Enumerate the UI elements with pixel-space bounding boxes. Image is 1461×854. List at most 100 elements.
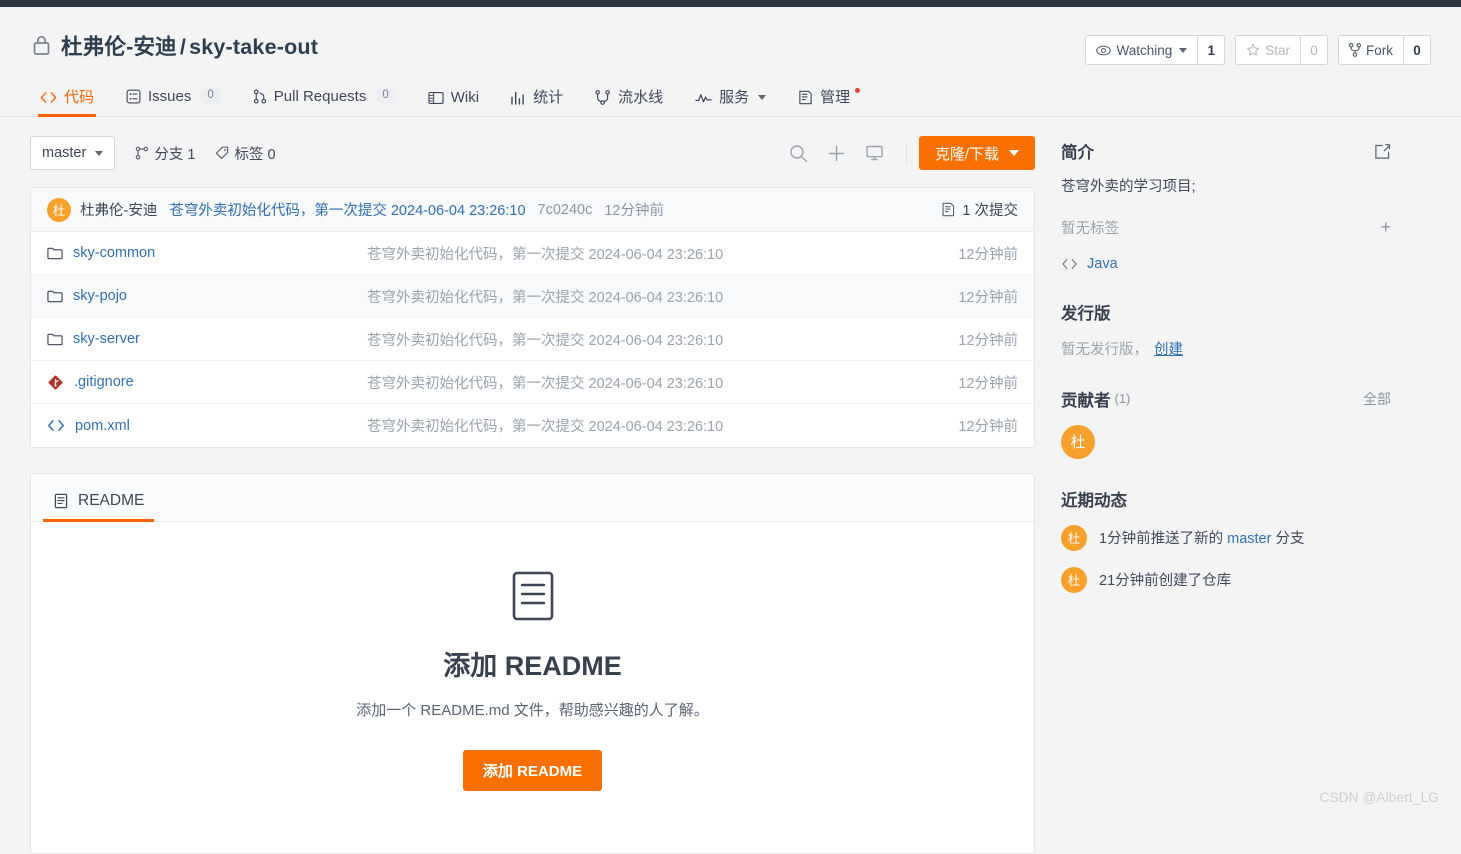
tags-link[interactable]: 标签 0: [215, 143, 276, 164]
code-icon: [40, 91, 57, 104]
plus-icon[interactable]: +: [1380, 218, 1391, 236]
branch-selector[interactable]: master: [30, 136, 116, 170]
contributors-all-link[interactable]: 全部: [1363, 389, 1391, 409]
avatar[interactable]: 杜: [1061, 424, 1095, 459]
tab-pull-requests[interactable]: Pull Requests 0: [243, 87, 418, 116]
table-row[interactable]: pom.xml 苍穹外卖初始化代码，第一次提交 2024-06-04 23:26…: [31, 404, 1034, 447]
fork-count[interactable]: 0: [1403, 36, 1430, 64]
star-count[interactable]: 0: [1300, 36, 1327, 64]
file-name-label: sky-server: [73, 331, 140, 347]
file-name-label: pom.xml: [75, 417, 130, 434]
tab-active-underline: [38, 114, 97, 117]
avatar[interactable]: 杜: [1061, 524, 1087, 551]
star-button[interactable]: Star: [1236, 36, 1300, 64]
create-release-link[interactable]: 创建: [1154, 342, 1183, 358]
edit-icon[interactable]: [1374, 143, 1391, 160]
document-large-icon: [31, 570, 1034, 622]
tab-code[interactable]: 代码: [30, 90, 116, 117]
chart-icon: [511, 91, 526, 105]
tab-issues[interactable]: Issues 0: [116, 87, 243, 116]
branch-icon: [135, 146, 149, 160]
about-title: 简介: [1061, 144, 1094, 162]
avatar[interactable]: 杜: [47, 197, 71, 222]
watch-count[interactable]: 1: [1197, 36, 1225, 64]
star-label: Star: [1265, 42, 1290, 58]
book-icon: [428, 91, 444, 105]
manage-icon: [798, 90, 813, 105]
tab-wiki-label: Wiki: [450, 89, 480, 106]
language-row[interactable]: Java: [1061, 256, 1391, 272]
sidebar: 简介 苍穹外卖的学习项目; 暂无标签 + Java 发行版 暂无发行版， 创建 …: [1061, 135, 1391, 621]
repo-name[interactable]: sky-take-out: [189, 35, 318, 59]
file-name-cell[interactable]: pom.xml: [47, 418, 367, 434]
activity-section: 近期动态 杜 1分钟前推送了新的 master 分支 杜 21分钟前创建了仓库: [1061, 487, 1391, 593]
table-row[interactable]: sky-server 苍穹外卖初始化代码，第一次提交 2024-06-04 23…: [31, 318, 1034, 361]
tab-manage[interactable]: 管理: [788, 88, 872, 116]
document-icon: [53, 493, 69, 509]
commit-count-link[interactable]: 1 次提交: [941, 199, 1018, 220]
fork-button[interactable]: Fork: [1339, 36, 1403, 64]
tags-label: 标签 0: [234, 146, 276, 163]
file-name-cell[interactable]: sky-common: [47, 245, 367, 261]
pulse-icon: [695, 92, 712, 104]
commit-history-icon: [941, 202, 956, 217]
watch-button[interactable]: Watching: [1086, 36, 1198, 64]
activity-suffix: 分支: [1275, 531, 1305, 548]
tags-empty-label: 暂无标签: [1061, 220, 1119, 237]
tab-statistics[interactable]: 统计: [501, 90, 585, 116]
file-name-label: .gitignore: [74, 374, 134, 390]
commit-message[interactable]: 苍穹外卖初始化代码，第一次提交 2024-06-04 23:26:10: [169, 199, 525, 220]
table-row[interactable]: sky-pojo 苍穹外卖初始化代码，第一次提交 2024-06-04 23:2…: [31, 275, 1034, 318]
activity-branch-link[interactable]: master: [1227, 531, 1271, 547]
file-table: 杜 杜弗伦-安迪 苍穹外卖初始化代码，第一次提交 2024-06-04 23:2…: [30, 187, 1035, 448]
file-time: 12分钟前: [958, 419, 1018, 435]
branch-toolbar: master 分支 1 标签 0 克隆/下载: [30, 135, 1035, 171]
readme-panel: README 添加 README 添加一个 README.md 文件，帮助感兴趣…: [30, 473, 1035, 854]
tab-services[interactable]: 服务: [685, 90, 788, 116]
plus-icon[interactable]: [818, 136, 856, 170]
tab-issues-badge: 0: [200, 87, 221, 105]
watch-button-group[interactable]: Watching 1: [1085, 35, 1226, 65]
table-row[interactable]: .gitignore 苍穹外卖初始化代码，第一次提交 2024-06-04 23…: [31, 361, 1034, 404]
activity-header: 近期动态: [1061, 487, 1391, 511]
avatar[interactable]: 杜: [1061, 566, 1087, 593]
star-icon: [1246, 43, 1260, 57]
chevron-down-icon: [758, 95, 767, 100]
tab-wiki[interactable]: Wiki: [418, 90, 501, 116]
list-item: 杜 1分钟前推送了新的 master 分支: [1061, 524, 1391, 551]
latest-commit-row: 杜 杜弗伦-安迪 苍穹外卖初始化代码，第一次提交 2024-06-04 23:2…: [31, 188, 1034, 232]
issue-icon: [126, 89, 141, 104]
file-time: 12分钟前: [958, 332, 1018, 349]
top-dark-bar: [0, 0, 1461, 7]
clone-download-button[interactable]: 克隆/下载: [918, 136, 1035, 170]
file-name-cell[interactable]: .gitignore: [47, 374, 367, 391]
readme-tabbar: README: [31, 474, 1034, 522]
add-readme-button[interactable]: 添加 README: [462, 750, 603, 791]
tab-pipeline[interactable]: 流水线: [585, 90, 685, 116]
file-name-cell[interactable]: sky-server: [47, 331, 367, 347]
releases-section: 发行版 暂无发行版， 创建: [1061, 300, 1391, 359]
search-icon[interactable]: [780, 136, 818, 170]
about-section: 简介 苍穹外卖的学习项目; 暂无标签 + Java: [1061, 139, 1391, 272]
tab-manage-label: 管理: [820, 89, 851, 106]
star-button-group[interactable]: Star 0: [1235, 35, 1328, 65]
repo-owner[interactable]: 杜弗伦-安迪: [61, 35, 177, 59]
contributors-count: (1): [1114, 391, 1131, 407]
table-row[interactable]: sky-common 苍穹外卖初始化代码，第一次提交 2024-06-04 23…: [31, 232, 1034, 275]
commit-author[interactable]: 杜弗伦-安迪: [80, 199, 157, 220]
manage-notification-dot: [855, 88, 861, 93]
file-commit-message: 苍穹外卖初始化代码，第一次提交 2024-06-04 23:26:10: [367, 419, 724, 435]
branches-label: 分支 1: [154, 146, 196, 163]
fork-button-group[interactable]: Fork 0: [1338, 35, 1431, 65]
commit-sha[interactable]: 7c0240c: [538, 202, 593, 218]
chevron-down-icon: [95, 150, 104, 156]
contributor-avatars: 杜: [1061, 424, 1391, 459]
code-icon: [1061, 258, 1078, 270]
monitor-icon[interactable]: [856, 136, 894, 170]
branches-link[interactable]: 分支 1: [135, 143, 195, 164]
fork-label: Fork: [1366, 42, 1393, 58]
file-name-cell[interactable]: sky-pojo: [47, 288, 367, 304]
tab-readme[interactable]: README: [43, 492, 155, 522]
tab-readme-label: README: [78, 492, 145, 509]
releases-empty-label: 暂无发行版，: [1061, 341, 1148, 358]
